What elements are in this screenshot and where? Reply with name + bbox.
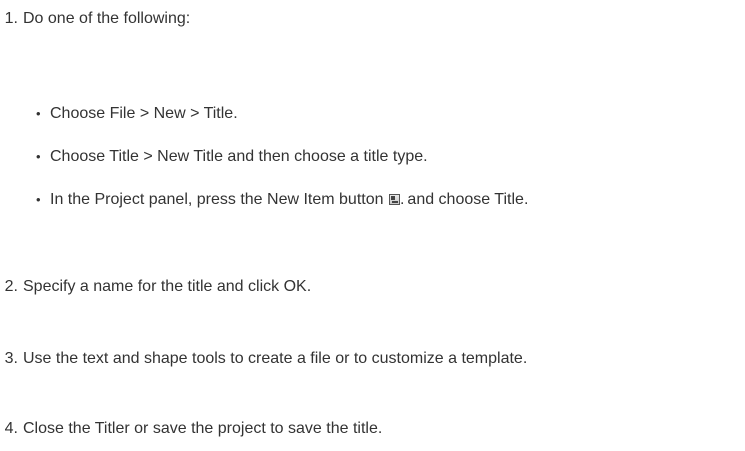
option-item: • In the Project panel, press the New Ite… (36, 191, 529, 208)
step-number: 2. (4, 278, 18, 295)
bullet: • (36, 149, 41, 164)
step-text: Close the Titler or save the project to … (23, 420, 383, 437)
option-text: In the Project panel, press the New Item… (50, 191, 384, 208)
step-1: 1. Do one of the following: (0, 9, 191, 29)
step-text: Specify a name for the title and click O… (23, 278, 312, 295)
step-3: 3. Use the text and shape tools to create… (0, 349, 528, 369)
step-number: 3. (4, 350, 18, 367)
option-text: Choose File > New > Title. (50, 105, 238, 122)
bullet: • (36, 192, 41, 207)
option-item: • Choose Title > New Title and then choos… (36, 147, 428, 167)
bullet: • (36, 106, 41, 121)
step-text: Do one of the following: (23, 10, 191, 27)
step-number: 4. (4, 420, 18, 437)
option-text-after: and choose Title. (402, 191, 529, 208)
step-4: 4. Close the Titler or save the project t… (0, 419, 383, 439)
option-text: Choose Title > New Title and then choose… (50, 148, 428, 165)
step-number: 1. (4, 10, 18, 27)
option-item: • Choose File > New > Title. (36, 104, 238, 124)
new-item-icon (388, 194, 400, 205)
step-text: Use the text and shape tools to create a… (23, 350, 528, 367)
step-2: 2. Specify a name for the title and click… (0, 277, 311, 297)
